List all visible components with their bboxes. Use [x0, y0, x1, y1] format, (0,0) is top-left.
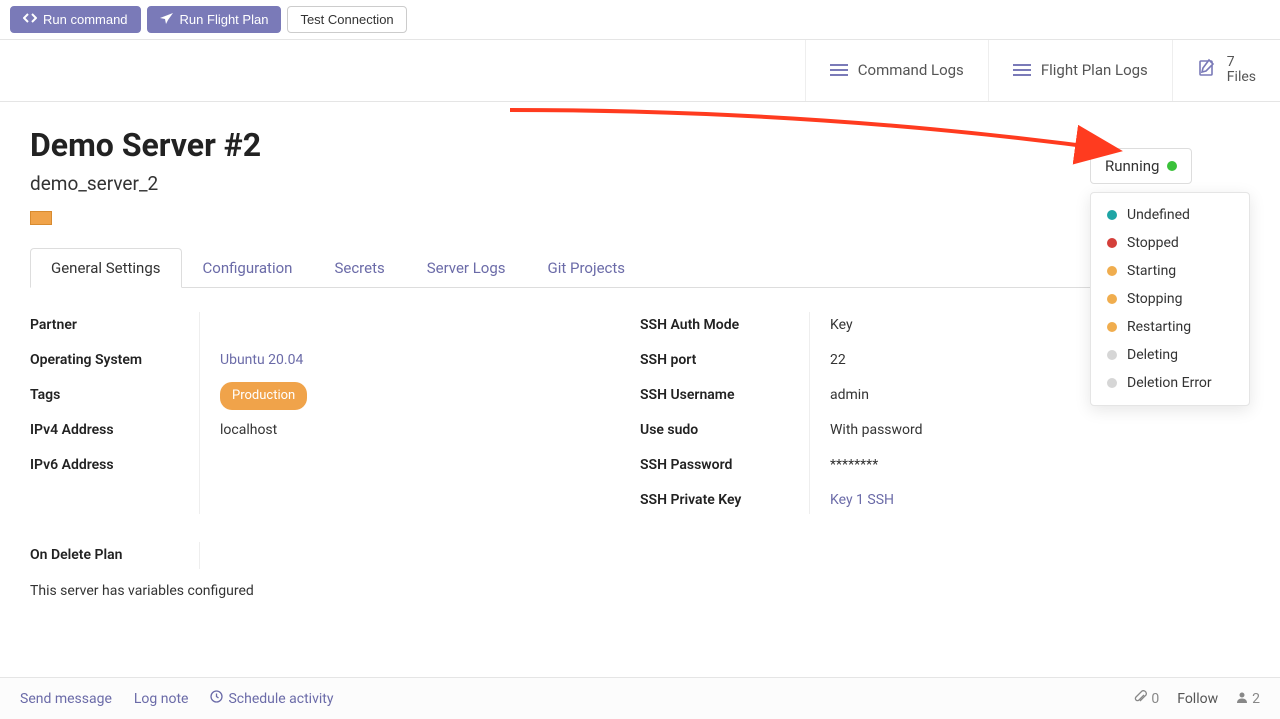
attachments-count: 0 [1151, 691, 1159, 707]
follow-link[interactable]: Follow [1177, 691, 1218, 707]
flight-plan-logs-label: Flight Plan Logs [1041, 61, 1148, 79]
status-area: Running Undefined Stopped Starting Stopping… [1090, 148, 1250, 406]
content-area: Demo Server #2 demo_server_2 General Set… [0, 102, 1280, 599]
status-option-starting[interactable]: Starting [1091, 257, 1249, 285]
label-ssh-pass: SSH Password [640, 452, 779, 479]
status-option-label: Restarting [1127, 319, 1191, 335]
status-current-label: Running [1105, 157, 1159, 175]
plane-icon [160, 12, 174, 27]
tabs: General Settings Configuration Secrets S… [30, 247, 1250, 288]
status-option-label: Stopped [1127, 235, 1179, 251]
tab-git-projects[interactable]: Git Projects [527, 248, 647, 288]
attachments-indicator[interactable]: 0 [1134, 690, 1159, 707]
value-os[interactable]: Ubuntu 20.04 [220, 347, 400, 374]
label-ssh-user: SSH Username [640, 382, 779, 409]
status-option-undefined[interactable]: Undefined [1091, 201, 1249, 229]
details-right: SSH Auth Mode SSH port SSH Username Use … [640, 312, 1010, 514]
label-tags: Tags [30, 382, 169, 409]
status-option-label: Deleting [1127, 347, 1178, 363]
status-option-label: Deletion Error [1127, 375, 1212, 391]
label-sudo: Use sudo [640, 417, 779, 444]
status-option-stopped[interactable]: Stopped [1091, 229, 1249, 257]
command-logs-nav[interactable]: Command Logs [805, 40, 988, 101]
action-bar: Run command Run Flight Plan Test Connect… [0, 0, 1280, 40]
followers-indicator[interactable]: 2 [1236, 691, 1260, 707]
status-option-deletion-error[interactable]: Deletion Error [1091, 369, 1249, 397]
edit-icon [1197, 58, 1217, 82]
value-ipv6 [220, 452, 400, 479]
value-ssh-key[interactable]: Key 1 SSH [830, 487, 1010, 514]
code-icon [23, 12, 37, 27]
sub-header: Command Logs Flight Plan Logs 7 Files [0, 40, 1280, 102]
list-icon [1013, 64, 1031, 76]
files-count: 7 [1227, 55, 1256, 70]
followers-count: 2 [1252, 691, 1260, 707]
label-ipv4: IPv4 Address [30, 417, 169, 444]
tab-configuration[interactable]: Configuration [182, 248, 314, 288]
status-option-label: Stopping [1127, 291, 1182, 307]
tab-general-settings[interactable]: General Settings [30, 248, 182, 288]
status-dot-icon [1107, 350, 1117, 360]
status-dot-icon [1167, 161, 1177, 171]
send-message-link[interactable]: Send message [20, 690, 112, 707]
status-option-label: Starting [1127, 263, 1176, 279]
list-icon [830, 64, 848, 76]
run-flight-plan-button[interactable]: Run Flight Plan [147, 6, 282, 33]
value-ssh-port: 22 [830, 347, 1010, 374]
run-flight-plan-label: Run Flight Plan [180, 12, 269, 27]
label-ssh-port: SSH port [640, 347, 779, 374]
paperclip-icon [1134, 690, 1147, 707]
status-dot-icon [1107, 322, 1117, 332]
footer: Send message Log note Schedule activity … [0, 677, 1280, 719]
details-left: Partner Operating System Tags IPv4 Addre… [30, 312, 400, 514]
status-option-restarting[interactable]: Restarting [1091, 313, 1249, 341]
clock-icon [210, 690, 223, 707]
files-nav[interactable]: 7 Files [1172, 40, 1280, 101]
status-option-deleting[interactable]: Deleting [1091, 341, 1249, 369]
server-title: Demo Server #2 [30, 126, 1250, 164]
value-partner [220, 312, 400, 339]
server-slug: demo_server_2 [30, 172, 1250, 195]
status-option-label: Undefined [1127, 207, 1190, 223]
run-command-label: Run command [43, 12, 128, 27]
value-ssh-user: admin [830, 382, 1010, 409]
label-ssh-key: SSH Private Key [640, 487, 779, 514]
schedule-activity-link[interactable]: Schedule activity [210, 690, 333, 707]
schedule-activity-label: Schedule activity [228, 691, 333, 707]
label-ipv6: IPv6 Address [30, 452, 169, 479]
status-dot-icon [1107, 210, 1117, 220]
log-note-link[interactable]: Log note [134, 690, 189, 707]
test-connection-label: Test Connection [300, 12, 393, 27]
status-option-stopping[interactable]: Stopping [1091, 285, 1249, 313]
value-tags: Production [220, 382, 400, 409]
label-on-delete: On Delete Plan [30, 542, 200, 569]
person-icon [1236, 691, 1248, 707]
label-os: Operating System [30, 347, 169, 374]
value-ssh-pass: ******** [830, 452, 1010, 479]
tag-pill[interactable]: Production [220, 382, 307, 411]
server-color-chip[interactable] [30, 211, 52, 225]
status-dot-icon [1107, 294, 1117, 304]
test-connection-button[interactable]: Test Connection [287, 6, 406, 33]
tab-secrets[interactable]: Secrets [313, 248, 405, 288]
status-dot-icon [1107, 266, 1117, 276]
status-dot-icon [1107, 378, 1117, 388]
details-section: Partner Operating System Tags IPv4 Addre… [30, 312, 1250, 514]
variables-note: This server has variables configured [30, 583, 1250, 599]
value-ssh-auth: Key [830, 312, 1010, 339]
value-sudo: With password [830, 417, 1010, 444]
tab-server-logs[interactable]: Server Logs [406, 248, 527, 288]
flight-plan-logs-nav[interactable]: Flight Plan Logs [988, 40, 1172, 101]
on-delete-row: On Delete Plan [30, 542, 1250, 569]
files-label: Files [1227, 70, 1256, 85]
command-logs-label: Command Logs [858, 61, 964, 79]
label-partner: Partner [30, 312, 169, 339]
status-dot-icon [1107, 238, 1117, 248]
status-dropdown: Undefined Stopped Starting Stopping Restarti… [1090, 192, 1250, 406]
value-ipv4: localhost [220, 417, 400, 444]
label-ssh-auth: SSH Auth Mode [640, 312, 779, 339]
status-button[interactable]: Running [1090, 148, 1192, 184]
run-command-button[interactable]: Run command [10, 6, 141, 33]
